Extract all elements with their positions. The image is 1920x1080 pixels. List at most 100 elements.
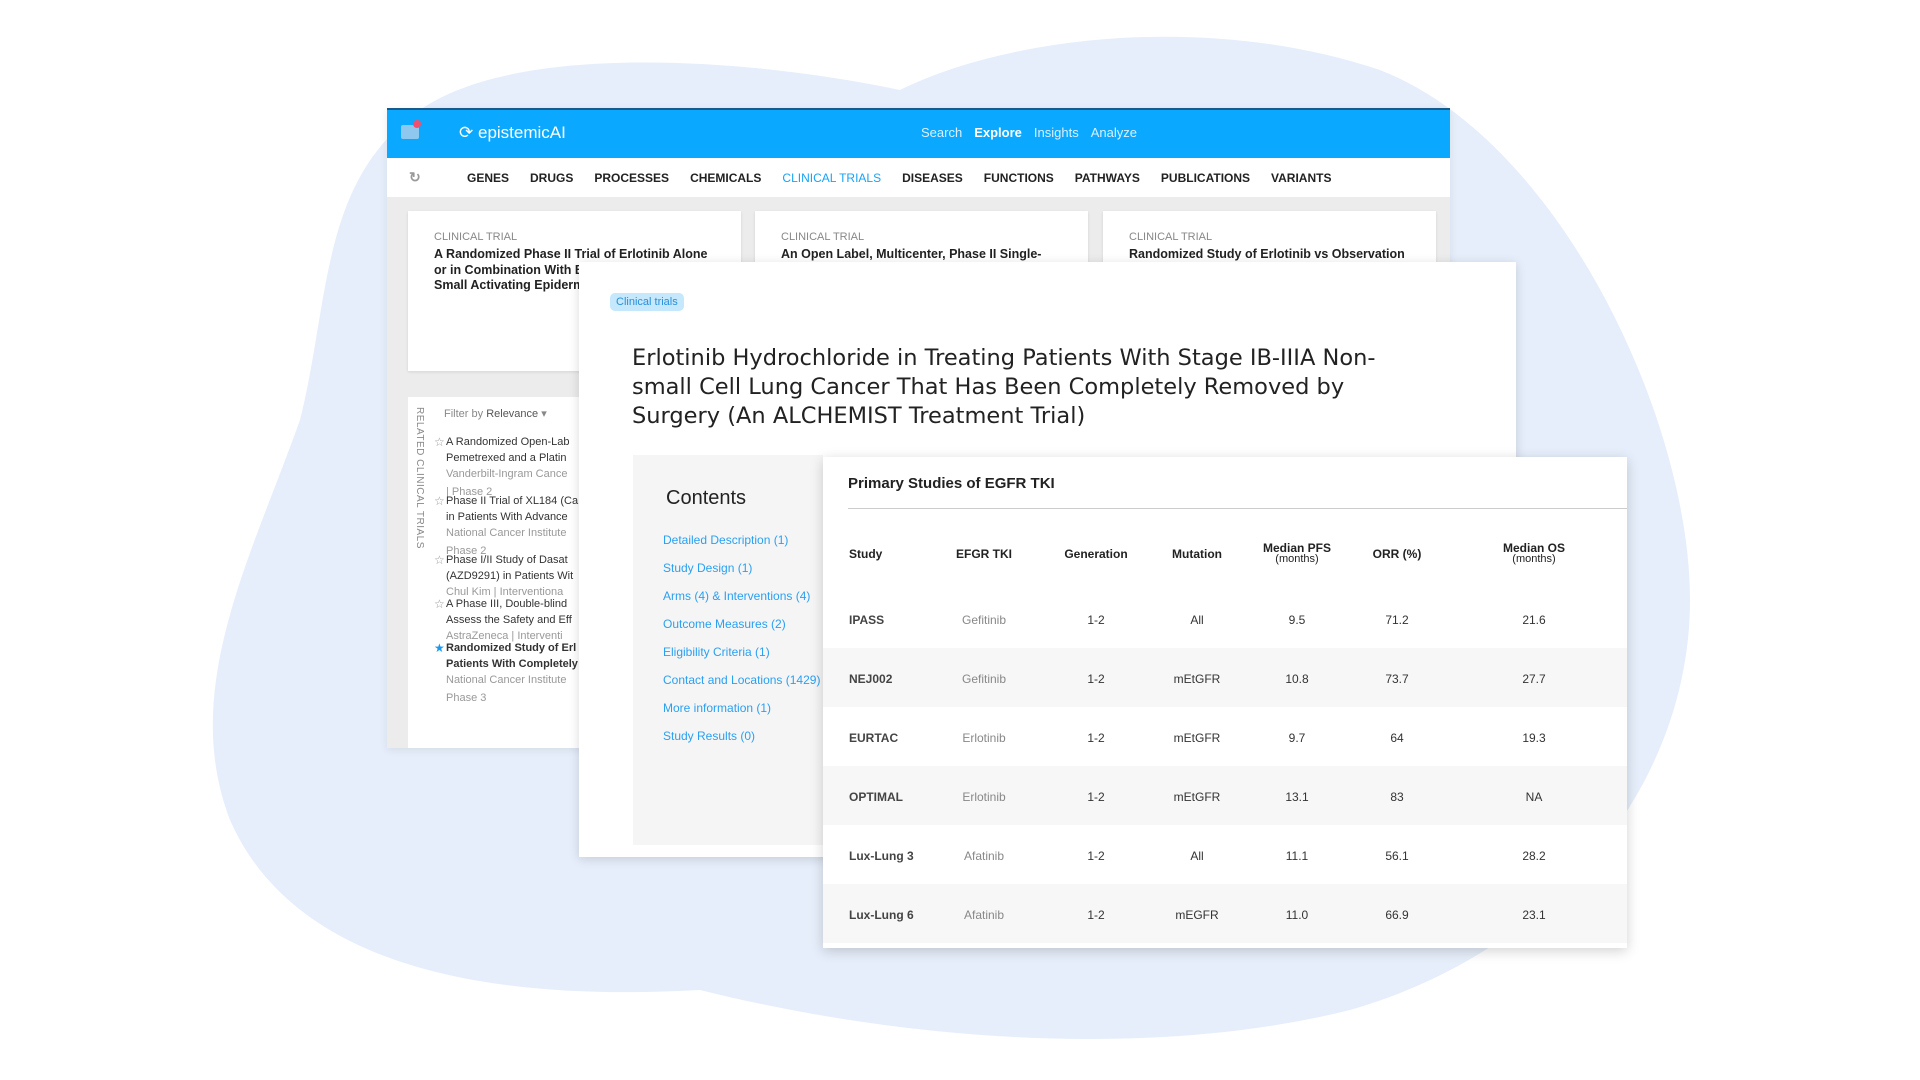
median-os-cell: NA xyxy=(1525,790,1543,804)
star-outline-icon[interactable]: ☆ xyxy=(434,434,445,450)
generation-cell: 1-2 xyxy=(1087,849,1105,863)
category-badge[interactable]: Clinical trials xyxy=(610,293,684,311)
mutation-cell: All xyxy=(1190,613,1204,627)
header-text: Mutation xyxy=(1172,547,1222,561)
logo-text: epistemicAI xyxy=(477,123,566,142)
contents-link[interactable]: Study Results (0) xyxy=(663,729,755,743)
caret-down-icon: ▾ xyxy=(541,408,547,420)
tab-publications[interactable]: PUBLICATIONS xyxy=(1161,171,1250,185)
table-row: IPASS Gefitinib 1-2 All 9.5 71.2 21.6 xyxy=(823,589,1627,648)
tki-cell: Gefitinib xyxy=(961,672,1007,686)
median-pfs-cell: 10.8 xyxy=(1285,672,1309,686)
card-kind: CLINICAL TRIAL xyxy=(434,231,518,243)
table-row: Lux-Lung 3 Afatinib 1-2 All 11.1 56.1 28.2 xyxy=(823,825,1627,884)
median-pfs-cell: 9.5 xyxy=(1288,613,1306,627)
column-header[interactable]: Median OS (months) xyxy=(1503,542,1565,565)
orr-cell: 56.1 xyxy=(1385,849,1409,863)
contents-link[interactable]: Eligibility Criteria (1) xyxy=(663,645,770,659)
trial-title: Erlotinib Hydrochloride in Treating Pati… xyxy=(632,345,1376,429)
study-cell: NEJ002 xyxy=(849,672,893,686)
tki-cell: Erlotinib xyxy=(962,731,1006,745)
tab-processes[interactable]: PROCESSES xyxy=(594,171,669,185)
column-header[interactable]: Study xyxy=(849,548,882,560)
related-label: RELATED CLINICAL TRIALS xyxy=(414,407,425,549)
header-text: Generation xyxy=(1064,547,1128,561)
study-cell: IPASS xyxy=(849,613,885,627)
tab-pathways[interactable]: PATHWAYS xyxy=(1075,171,1140,185)
tki-cell: Afatinib xyxy=(963,849,1005,863)
card-title: Randomized Study of Erlotinib vs Observa… xyxy=(1129,247,1405,261)
column-header[interactable]: ORR (%) xyxy=(1373,548,1422,560)
refresh-icon[interactable]: ↻ xyxy=(409,169,421,186)
contents-title: Contents xyxy=(666,487,747,509)
tab-diseases[interactable]: DISEASES xyxy=(902,171,963,185)
mutation-cell: mEtGFR xyxy=(1173,790,1221,804)
tab-chemicals[interactable]: CHEMICALS xyxy=(690,171,761,185)
nav-insights[interactable]: Insights xyxy=(1034,125,1079,140)
nav-analyze[interactable]: Analyze xyxy=(1091,125,1137,140)
median-os-cell: 23.1 xyxy=(1522,908,1546,922)
median-os-cell: 27.7 xyxy=(1522,672,1546,686)
tab-functions[interactable]: FUNCTIONS xyxy=(984,171,1054,185)
generation-cell: 1-2 xyxy=(1087,613,1105,627)
column-header[interactable]: Generation xyxy=(1064,547,1128,561)
logo-icon: ⟳ xyxy=(459,123,474,142)
filter-label: Filter by xyxy=(444,408,484,420)
study-cell: OPTIMAL xyxy=(849,790,903,804)
star-outline-icon[interactable]: ☆ xyxy=(434,596,445,612)
median-os-cell: 28.2 xyxy=(1522,849,1546,863)
column-header[interactable]: EFGR TKI xyxy=(956,547,1012,561)
generation-cell: 1-2 xyxy=(1087,672,1105,686)
mutation-cell: All xyxy=(1190,849,1204,863)
header-text: EFGR TKI xyxy=(956,547,1012,561)
table-title: Primary Studies of EGFR TKI xyxy=(848,475,1055,492)
notification-dot-icon xyxy=(413,120,421,128)
filter-dropdown[interactable]: Filter by Relevance ▾ xyxy=(444,407,547,420)
orr-cell: 66.9 xyxy=(1385,908,1409,922)
tki-cell: Erlotinib xyxy=(962,790,1006,804)
median-pfs-cell: 11.0 xyxy=(1285,908,1309,922)
egfr-tki-table-card: Primary Studies of EGFR TKI Study EFGR TK… xyxy=(823,457,1627,948)
contents-link[interactable]: Arms (4) & Interventions (4) xyxy=(663,589,810,603)
table-row: OPTIMAL Erlotinib 1-2 mEtGFR 13.1 83 NA xyxy=(823,766,1627,825)
mutation-cell: mEtGFR xyxy=(1173,731,1221,745)
header-unit: (months) xyxy=(1275,553,1319,565)
mutation-cell: mEtGFR xyxy=(1173,672,1221,686)
table-row: EURTAC Erlotinib 1-2 mEtGFR 9.7 64 19.3 xyxy=(823,707,1627,766)
star-filled-icon[interactable]: ★ xyxy=(434,640,445,656)
tab-genes[interactable]: GENES xyxy=(467,171,509,185)
top-nav: Search Explore Insights Analyze xyxy=(921,125,1137,140)
orr-cell: 71.2 xyxy=(1385,613,1409,627)
nav-search[interactable]: Search xyxy=(921,125,962,140)
divider xyxy=(848,508,1627,509)
logo[interactable]: ⟳ epistemicAI xyxy=(459,123,566,143)
star-outline-icon[interactable]: ☆ xyxy=(434,493,445,509)
orr-cell: 83 xyxy=(1390,790,1404,804)
nav-explore[interactable]: Explore xyxy=(974,125,1022,140)
contents-link[interactable]: More information (1) xyxy=(663,701,771,715)
tab-drugs[interactable]: DRUGS xyxy=(530,171,573,185)
column-header[interactable]: Mutation xyxy=(1172,547,1222,561)
contents-link[interactable]: Outcome Measures (2) xyxy=(663,617,786,631)
contents-link[interactable]: Detailed Description (1) xyxy=(663,533,788,547)
tab-variants[interactable]: VARIANTS xyxy=(1271,171,1331,185)
median-os-cell: 21.6 xyxy=(1522,613,1546,627)
tki-cell: Gefitinib xyxy=(961,613,1007,627)
category-bar: ↻ GENES DRUGS PROCESSES CHEMICALS CLINIC… xyxy=(387,158,1450,197)
median-pfs-cell: 11.1 xyxy=(1285,849,1309,863)
study-cell: Lux-Lung 6 xyxy=(849,908,914,922)
contents-panel: Contents Detailed Description (1) Study D… xyxy=(633,455,823,845)
tab-clinical-trials[interactable]: CLINICAL TRIALS xyxy=(782,171,881,185)
median-pfs-cell: 9.7 xyxy=(1288,731,1306,745)
median-os-cell: 19.3 xyxy=(1522,731,1546,745)
contents-link[interactable]: Contact and Locations (1429) xyxy=(663,673,820,687)
tki-cell: Afatinib xyxy=(963,908,1005,922)
contents-link[interactable]: Study Design (1) xyxy=(663,561,752,575)
generation-cell: 1-2 xyxy=(1087,908,1105,922)
column-header[interactable]: Median PFS (months) xyxy=(1263,542,1331,565)
orr-cell: 64 xyxy=(1390,731,1404,745)
header-unit: (months) xyxy=(1512,553,1556,565)
star-outline-icon[interactable]: ☆ xyxy=(434,552,445,568)
filter-value: Relevance xyxy=(486,408,539,420)
card-kind: CLINICAL TRIAL xyxy=(1129,231,1213,243)
